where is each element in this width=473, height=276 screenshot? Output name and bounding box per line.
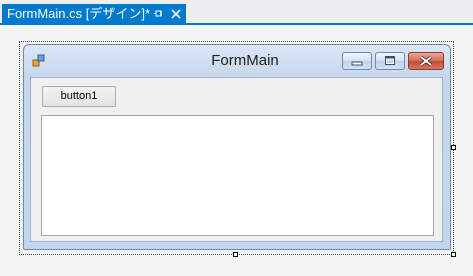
document-tab-title: FormMain.cs [デザイン]* [7,6,151,21]
minimize-button[interactable] [342,52,372,70]
button1[interactable]: button1 [42,86,116,107]
maximize-button[interactable] [375,52,405,70]
close-icon [419,55,433,67]
resize-handle-bottom-right[interactable] [451,252,456,257]
resize-handle-right[interactable] [451,145,456,150]
multiline-textbox[interactable] [41,115,434,236]
caption-buttons [342,52,444,72]
resize-handle-bottom[interactable] [233,252,238,257]
close-icon[interactable] [170,4,182,24]
form-window[interactable]: FormMain button1 [23,44,451,250]
pin-icon[interactable] [153,4,165,24]
form-client-area: button1 [30,77,443,242]
minimize-icon [351,61,363,66]
document-tab[interactable]: FormMain.cs [デザイン]* [2,4,186,24]
maximize-icon [385,56,395,65]
document-tab-strip: FormMain.cs [デザイン]* [0,0,473,25]
close-button[interactable] [408,52,444,70]
